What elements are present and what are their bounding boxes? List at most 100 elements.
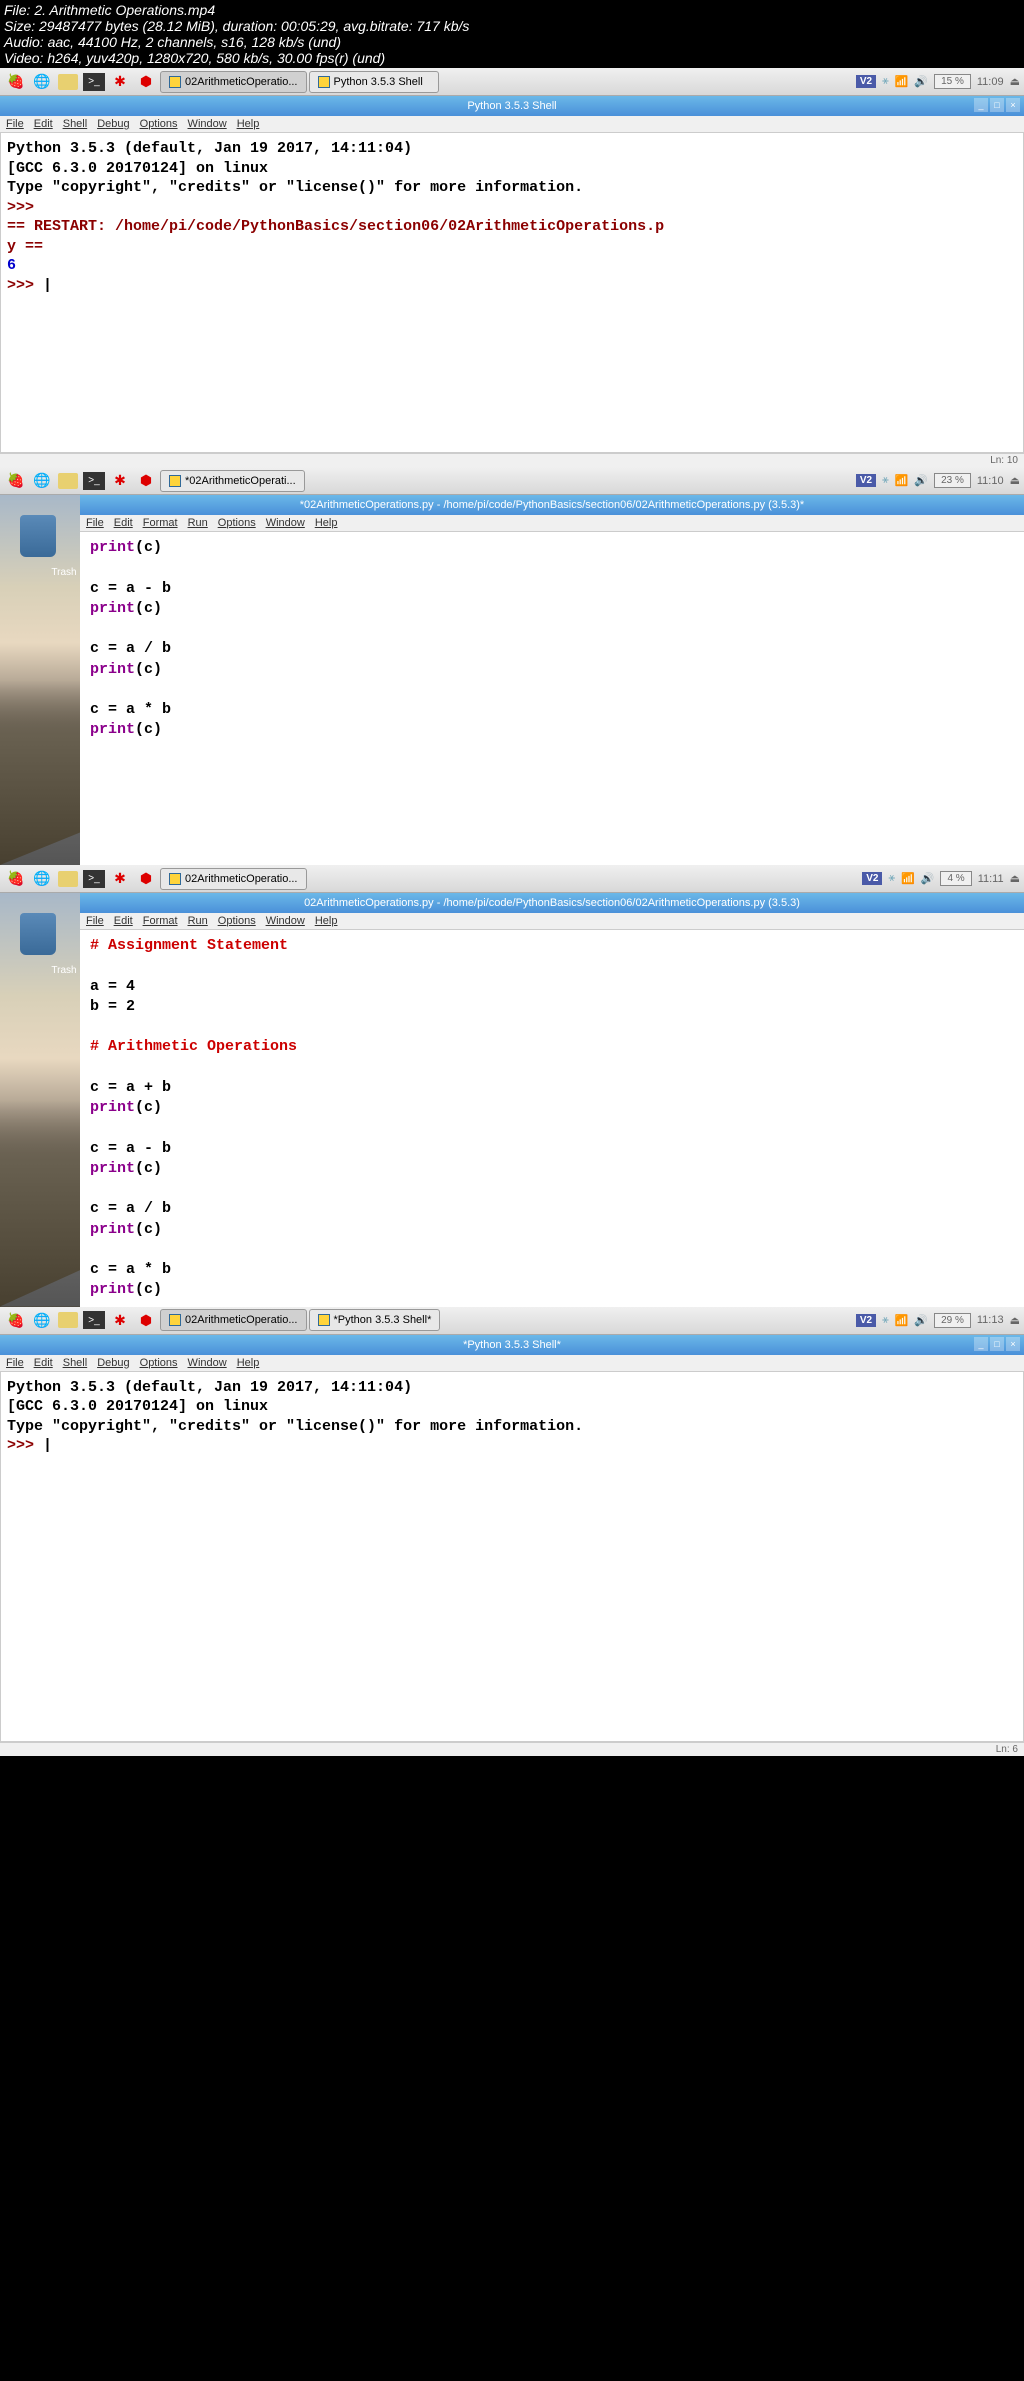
menu-debug[interactable]: Debug bbox=[97, 118, 129, 130]
terminal-icon[interactable]: >_ bbox=[82, 71, 106, 93]
file-manager-icon[interactable] bbox=[56, 71, 80, 93]
volume-icon[interactable]: 🔊 bbox=[914, 474, 928, 487]
menu-help[interactable]: Help bbox=[237, 118, 260, 130]
minimize-button[interactable]: _ bbox=[974, 98, 988, 112]
taskbar-entry-shell[interactable]: Python 3.5.3 Shell bbox=[309, 71, 439, 93]
file-manager-icon[interactable] bbox=[56, 470, 80, 492]
raspberry-menu-icon[interactable]: 🍓 bbox=[4, 470, 28, 492]
menu-help[interactable]: Help bbox=[315, 517, 338, 529]
battery-indicator[interactable]: 4 % bbox=[940, 871, 971, 886]
menu-format[interactable]: Format bbox=[143, 517, 178, 529]
eject-icon[interactable]: ⏏ bbox=[1010, 75, 1020, 88]
trash-icon[interactable] bbox=[20, 515, 56, 557]
trash-icon[interactable] bbox=[20, 913, 56, 955]
shell-output[interactable]: Python 3.5.3 (default, Jan 19 2017, 14:1… bbox=[0, 133, 1024, 453]
vnc-icon[interactable]: V2 bbox=[856, 1314, 876, 1327]
menu-options[interactable]: Options bbox=[218, 517, 256, 529]
bluetooth-icon[interactable]: ⚹ bbox=[882, 474, 889, 487]
eject-icon[interactable]: ⏏ bbox=[1010, 1314, 1020, 1327]
menu-window[interactable]: Window bbox=[188, 118, 227, 130]
menu-debug[interactable]: Debug bbox=[97, 1357, 129, 1369]
raspberry-menu-icon[interactable]: 🍓 bbox=[4, 71, 28, 93]
battery-indicator[interactable]: 15 % bbox=[934, 74, 971, 89]
taskbar-entry-editor[interactable]: 02ArithmeticOperatio... bbox=[160, 1309, 307, 1331]
raspberry-menu-icon[interactable]: 🍓 bbox=[4, 868, 28, 890]
mathematica-icon[interactable]: ✱ bbox=[108, 1309, 132, 1331]
volume-icon[interactable]: 🔊 bbox=[914, 1314, 928, 1327]
maximize-button[interactable]: □ bbox=[990, 98, 1004, 112]
taskbar-entry-editor[interactable]: 02ArithmeticOperatio... bbox=[160, 868, 307, 890]
editor-content[interactable]: # Assignment Statement a = 4 b = 2 # Ari… bbox=[80, 930, 1024, 1307]
terminal-icon[interactable]: >_ bbox=[82, 868, 106, 890]
menu-options[interactable]: Options bbox=[218, 915, 256, 927]
close-button[interactable]: × bbox=[1006, 1337, 1020, 1351]
menu-file[interactable]: File bbox=[6, 1357, 24, 1369]
vnc-icon[interactable]: V2 bbox=[856, 75, 876, 88]
file-manager-icon[interactable] bbox=[56, 868, 80, 890]
window-titlebar[interactable]: *Python 3.5.3 Shell* _ □ × bbox=[0, 1335, 1024, 1355]
menu-edit[interactable]: Edit bbox=[34, 118, 53, 130]
battery-indicator[interactable]: 29 % bbox=[934, 1313, 971, 1328]
window-titlebar[interactable]: Python 3.5.3 Shell _ □ × bbox=[0, 96, 1024, 116]
battery-indicator[interactable]: 23 % bbox=[934, 473, 971, 488]
wifi-icon[interactable]: 📶 bbox=[895, 474, 909, 487]
browser-icon[interactable]: 🌐 bbox=[30, 1309, 54, 1331]
menu-edit[interactable]: Edit bbox=[34, 1357, 53, 1369]
menu-run[interactable]: Run bbox=[188, 517, 208, 529]
taskbar-entry-shell[interactable]: *Python 3.5.3 Shell* bbox=[309, 1309, 441, 1331]
editor-content[interactable]: print(c) c = a - b print(c) c = a / b pr… bbox=[80, 532, 1024, 832]
window-titlebar[interactable]: 02ArithmeticOperations.py - /home/pi/cod… bbox=[80, 893, 1024, 913]
browser-icon[interactable]: 🌐 bbox=[30, 470, 54, 492]
wolfram-icon[interactable]: ⬢ bbox=[134, 868, 158, 890]
menu-window[interactable]: Window bbox=[266, 517, 305, 529]
eject-icon[interactable]: ⏏ bbox=[1010, 872, 1020, 885]
menu-format[interactable]: Format bbox=[143, 915, 178, 927]
menu-help[interactable]: Help bbox=[237, 1357, 260, 1369]
window-titlebar[interactable]: *02ArithmeticOperations.py - /home/pi/co… bbox=[80, 495, 1024, 515]
menu-options[interactable]: Options bbox=[140, 1357, 178, 1369]
shell-output[interactable]: Python 3.5.3 (default, Jan 19 2017, 14:1… bbox=[0, 1372, 1024, 1742]
wolfram-icon[interactable]: ⬢ bbox=[134, 470, 158, 492]
volume-icon[interactable]: 🔊 bbox=[914, 75, 928, 88]
wifi-icon[interactable]: 📶 bbox=[895, 1314, 909, 1327]
maximize-button[interactable]: □ bbox=[990, 1337, 1004, 1351]
wifi-icon[interactable]: 📶 bbox=[895, 75, 909, 88]
eject-icon[interactable]: ⏏ bbox=[1010, 474, 1020, 487]
mathematica-icon[interactable]: ✱ bbox=[108, 868, 132, 890]
mathematica-icon[interactable]: ✱ bbox=[108, 71, 132, 93]
clock[interactable]: 11:13 bbox=[977, 1314, 1004, 1326]
raspberry-menu-icon[interactable]: 🍓 bbox=[4, 1309, 28, 1331]
wolfram-icon[interactable]: ⬢ bbox=[134, 71, 158, 93]
clock[interactable]: 11:09 bbox=[977, 76, 1004, 88]
browser-icon[interactable]: 🌐 bbox=[30, 868, 54, 890]
bluetooth-icon[interactable]: ⚹ bbox=[888, 872, 895, 885]
menu-shell[interactable]: Shell bbox=[63, 118, 87, 130]
wolfram-icon[interactable]: ⬢ bbox=[134, 1309, 158, 1331]
bluetooth-icon[interactable]: ⚹ bbox=[882, 1314, 889, 1327]
menu-help[interactable]: Help bbox=[315, 915, 338, 927]
desktop[interactable]: Trash *02ArithmeticOperations.py - /home… bbox=[0, 495, 1024, 865]
clock[interactable]: 11:10 bbox=[977, 475, 1004, 487]
terminal-icon[interactable]: >_ bbox=[82, 470, 106, 492]
menu-window[interactable]: Window bbox=[266, 915, 305, 927]
menu-run[interactable]: Run bbox=[188, 915, 208, 927]
vnc-icon[interactable]: V2 bbox=[862, 872, 882, 885]
desktop[interactable]: Trash 02ArithmeticOperations.py - /home/… bbox=[0, 893, 1024, 1307]
bluetooth-icon[interactable]: ⚹ bbox=[882, 75, 889, 88]
menu-options[interactable]: Options bbox=[140, 118, 178, 130]
volume-icon[interactable]: 🔊 bbox=[921, 872, 935, 885]
close-button[interactable]: × bbox=[1006, 98, 1020, 112]
minimize-button[interactable]: _ bbox=[974, 1337, 988, 1351]
taskbar-entry-editor[interactable]: *02ArithmeticOperati... bbox=[160, 470, 305, 492]
terminal-icon[interactable]: >_ bbox=[82, 1309, 106, 1331]
vnc-icon[interactable]: V2 bbox=[856, 474, 876, 487]
browser-icon[interactable]: 🌐 bbox=[30, 71, 54, 93]
mathematica-icon[interactable]: ✱ bbox=[108, 470, 132, 492]
clock[interactable]: 11:11 bbox=[978, 873, 1004, 885]
file-manager-icon[interactable] bbox=[56, 1309, 80, 1331]
menu-window[interactable]: Window bbox=[188, 1357, 227, 1369]
menu-file[interactable]: File bbox=[6, 118, 24, 130]
taskbar-entry-editor[interactable]: 02ArithmeticOperatio... bbox=[160, 71, 307, 93]
wifi-icon[interactable]: 📶 bbox=[901, 872, 915, 885]
menu-shell[interactable]: Shell bbox=[63, 1357, 87, 1369]
